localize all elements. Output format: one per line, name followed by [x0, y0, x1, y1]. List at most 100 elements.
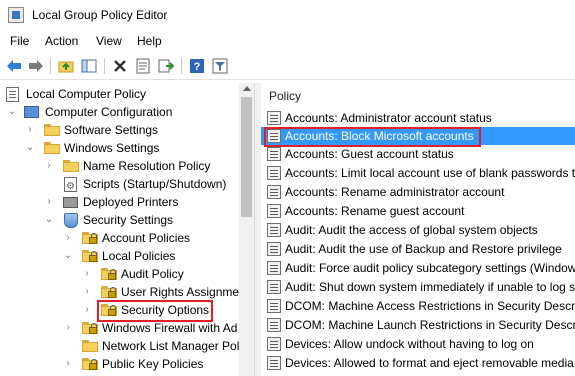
locked-folder-icon	[82, 232, 98, 244]
policy-label: Accounts: Administrator account status	[285, 111, 492, 125]
policy-setting-icon	[267, 204, 281, 218]
menu-action[interactable]: Action	[45, 34, 78, 48]
policy-setting-icon	[267, 299, 281, 313]
policy-row[interactable]: DCOM: Machine Access Restrictions in Sec…	[261, 297, 575, 315]
back-arrow-icon[interactable]	[5, 57, 23, 75]
chevron-down-icon[interactable]: ⌄	[44, 211, 54, 229]
tree-item-label: Network List Manager Pol	[102, 339, 240, 353]
locked-folder-icon	[82, 358, 98, 370]
tree-item-label: Audit Policy	[121, 267, 184, 281]
policy-row[interactable]: Accounts: Administrator account status	[261, 109, 575, 127]
policy-label: Accounts: Guest account status	[285, 147, 454, 161]
chevron-down-icon[interactable]: ⌄	[63, 247, 73, 265]
policy-label: Audit: Audit the access of global system…	[285, 223, 538, 237]
tree-scrollbar[interactable]	[239, 83, 254, 376]
chevron-right-icon[interactable]: ›	[82, 265, 92, 283]
help-icon[interactable]: ?	[188, 57, 206, 75]
tree-item-label: Account Policies	[102, 231, 191, 245]
policy-label: DCOM: Machine Access Restrictions in Sec…	[285, 299, 575, 313]
policy-setting-icon	[267, 280, 281, 294]
policy-row[interactable]: Audit: Shut down system immediately if u…	[261, 278, 575, 296]
tree-item-label: Software Settings	[64, 123, 159, 137]
locked-folder-icon	[101, 286, 117, 298]
chevron-right-icon[interactable]: ›	[44, 193, 54, 211]
script-icon	[64, 177, 77, 196]
policy-setting-icon	[267, 147, 281, 161]
policy-label: Accounts: Rename administrator account	[285, 185, 505, 199]
printer-icon	[63, 197, 78, 208]
folder-icon	[44, 124, 60, 136]
policy-row[interactable]: Accounts: Guest account status	[261, 145, 575, 163]
policy-label: Audit: Audit the use of Backup and Resto…	[285, 242, 562, 256]
filter-icon[interactable]	[211, 57, 229, 75]
policy-label: Audit: Shut down system immediately if u…	[285, 280, 575, 294]
forward-arrow-icon[interactable]	[27, 57, 45, 75]
policy-icon	[6, 87, 19, 102]
policy-label: DCOM: Machine Launch Restrictions in Sec…	[285, 318, 575, 332]
policy-row[interactable]: Audit: Audit the access of global system…	[261, 221, 575, 239]
policy-row[interactable]: Accounts: Rename administrator account	[261, 183, 575, 201]
scrollbar-thumb[interactable]	[241, 97, 252, 217]
policy-label: Devices: Allow undock without having to …	[285, 337, 534, 351]
tree-item-label: Computer Configuration	[45, 105, 173, 119]
toolbar-separator	[50, 58, 51, 74]
chevron-down-icon[interactable]: ⌄	[7, 103, 17, 121]
policy-row[interactable]: Accounts: Limit local account use of bla…	[261, 164, 575, 182]
properties-icon[interactable]	[134, 57, 152, 75]
menu-bar: File Action View Help	[0, 32, 575, 52]
policy-row[interactable]: Devices: Allowed to format and eject rem…	[261, 354, 575, 372]
menu-view[interactable]: View	[96, 34, 122, 48]
svg-text:?: ?	[194, 61, 201, 73]
menu-help[interactable]: Help	[137, 34, 162, 48]
tree-item-label: User Rights Assignmen	[121, 285, 246, 299]
tree-pane[interactable]: Local Computer Policy ⌄ Computer Configu…	[0, 83, 254, 376]
toolbar-separator	[104, 58, 105, 74]
window-title: Local Group Policy Editor	[32, 8, 168, 22]
tree-item-label: Security Settings	[83, 213, 174, 227]
policy-label: Audit: Force audit policy subcategory se…	[285, 261, 575, 275]
computer-icon	[24, 106, 39, 118]
policy-row[interactable]: Devices: Allow undock without having to …	[261, 335, 575, 353]
folder-open-icon	[44, 142, 60, 154]
export-icon[interactable]	[157, 57, 175, 75]
toolbar-separator	[181, 58, 182, 74]
up-folder-icon[interactable]	[57, 57, 75, 75]
pane-splitter[interactable]	[254, 83, 261, 376]
policy-setting-icon	[267, 166, 281, 180]
chevron-right-icon[interactable]: ›	[63, 355, 73, 373]
policy-setting-icon	[267, 242, 281, 256]
policy-setting-icon	[267, 111, 281, 125]
chevron-down-icon[interactable]: ⌄	[25, 139, 35, 157]
policy-row[interactable]: Audit: Force audit policy subcategory se…	[261, 259, 575, 277]
policy-label: Accounts: Rename guest account	[285, 204, 465, 218]
policy-setting-icon	[267, 261, 281, 275]
chevron-right-icon[interactable]: ›	[63, 319, 73, 337]
tree-item-label: Local Computer Policy	[26, 87, 147, 101]
policy-setting-icon	[267, 356, 281, 370]
column-header-policy[interactable]: Policy	[261, 83, 575, 109]
locked-folder-icon	[101, 268, 117, 280]
tree-item-label: Scripts (Startup/Shutdown)	[83, 177, 227, 191]
policy-setting-icon	[267, 185, 281, 199]
delete-icon[interactable]	[111, 57, 129, 75]
tree-item-label: Public Key Policies	[102, 357, 204, 371]
title-bar: Local Group Policy Editor	[0, 0, 575, 30]
menu-file[interactable]: File	[10, 34, 29, 48]
policy-list-pane[interactable]: Policy Accounts: Administrator account s…	[261, 83, 575, 376]
app-icon	[8, 7, 24, 23]
locked-folder-icon	[82, 322, 98, 334]
shield-icon	[64, 213, 78, 228]
locked-folder-icon	[82, 250, 98, 262]
policy-row[interactable]: Audit: Audit the use of Backup and Resto…	[261, 240, 575, 258]
tree-item-label: Name Resolution Policy	[83, 159, 211, 173]
chevron-right-icon[interactable]: ›	[25, 121, 35, 139]
policy-row[interactable]: Accounts: Rename guest account	[261, 202, 575, 220]
scroll-up-icon[interactable]	[243, 86, 251, 91]
chevron-right-icon[interactable]: ›	[63, 229, 73, 247]
chevron-right-icon[interactable]: ›	[82, 301, 92, 319]
show-hide-tree-icon[interactable]	[80, 57, 98, 75]
chevron-right-icon[interactable]: ›	[44, 157, 54, 175]
tree-item-label: Local Policies	[102, 249, 176, 263]
policy-row[interactable]: DCOM: Machine Launch Restrictions in Sec…	[261, 316, 575, 334]
chevron-right-icon[interactable]: ›	[82, 283, 92, 301]
